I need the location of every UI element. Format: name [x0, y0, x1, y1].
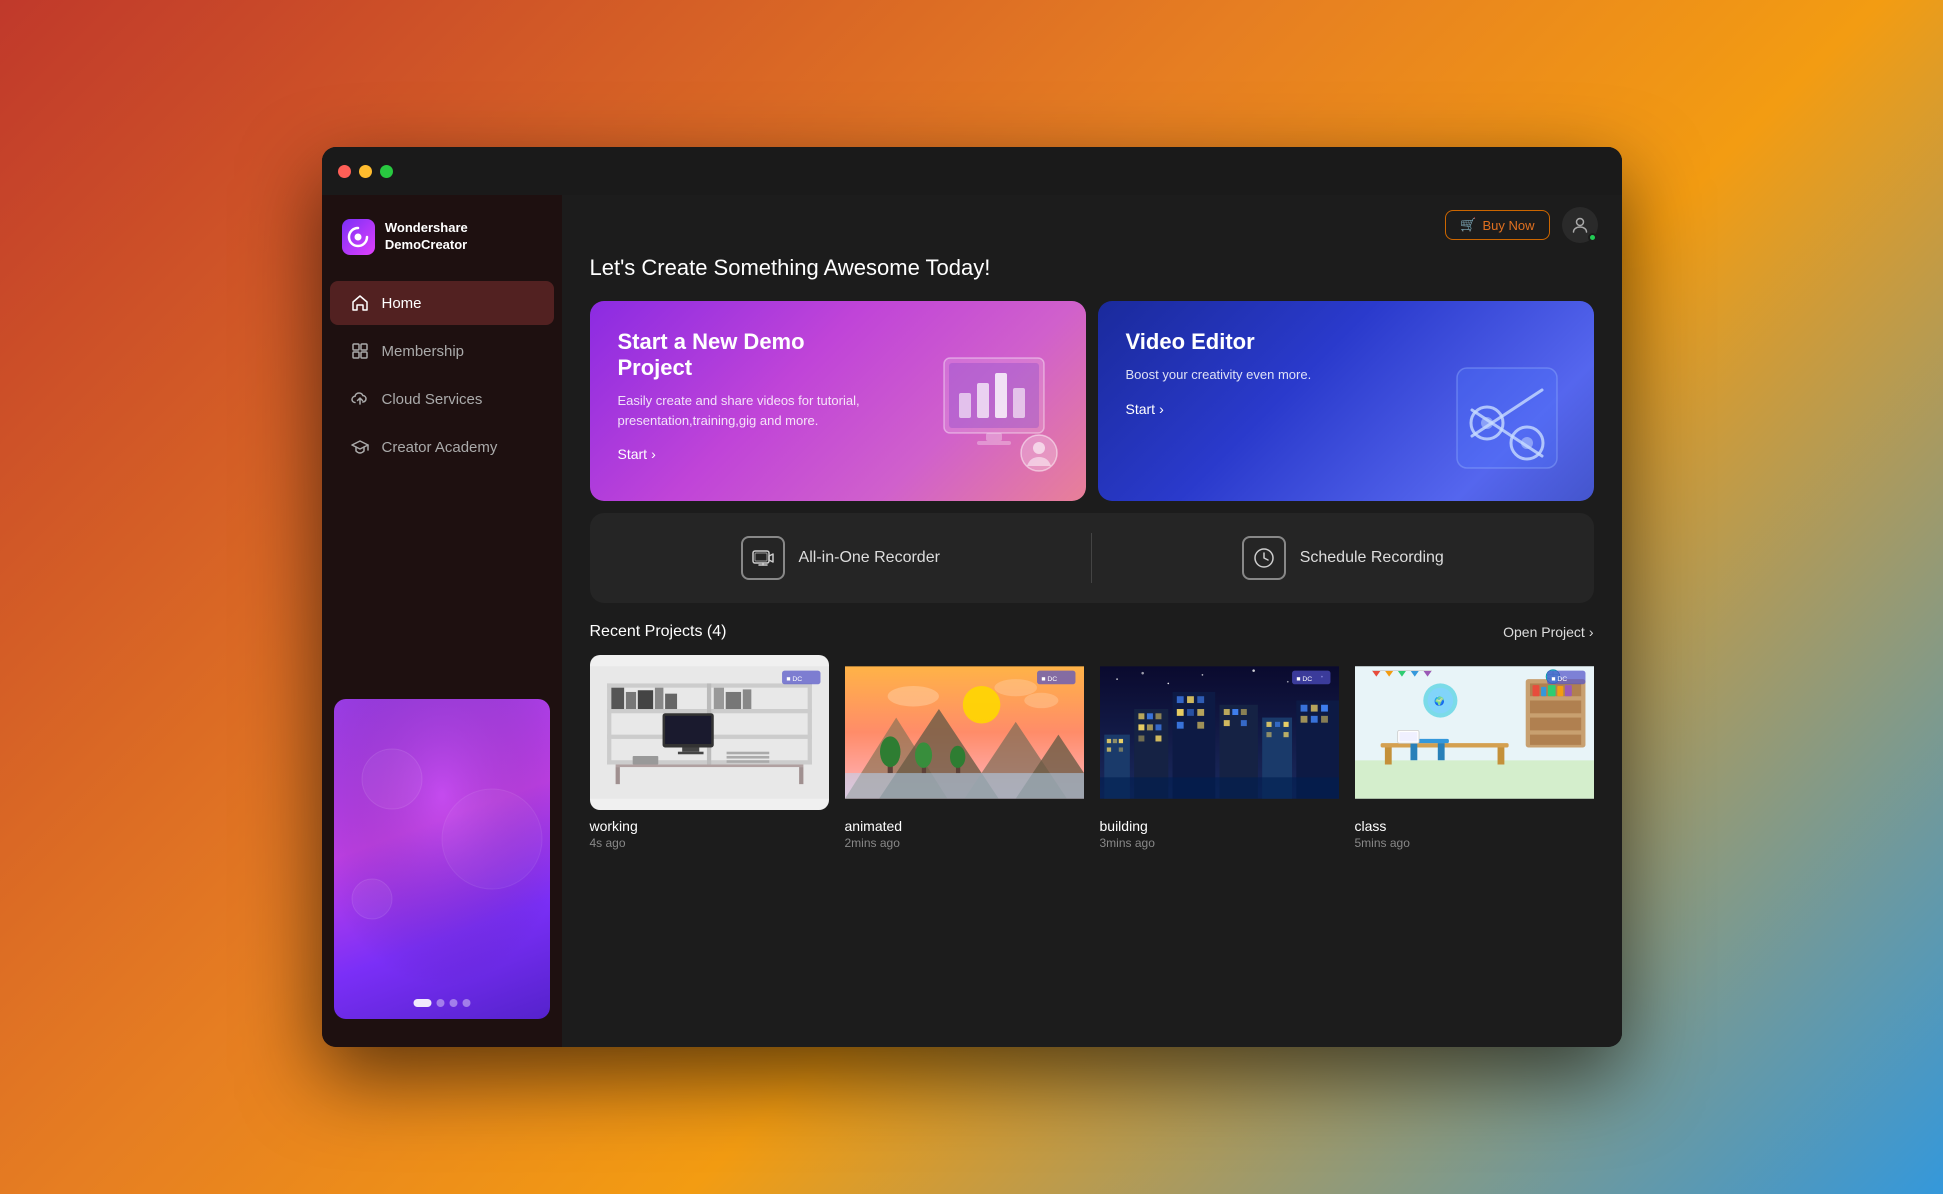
recent-projects-title: Recent Projects (4) [590, 623, 727, 641]
editor-illustration [1437, 348, 1582, 493]
svg-text:■ DC: ■ DC [1551, 676, 1567, 683]
project-time-animated: 2mins ago [845, 836, 1084, 850]
project-thumb-animated: ■ DC [845, 655, 1084, 810]
brand-icon [342, 219, 375, 255]
cloud-icon [350, 389, 370, 409]
schedule-label: Schedule Recording [1300, 549, 1444, 567]
recorder-row: All-in-One Recorder Schedule Recording [590, 513, 1594, 603]
project-thumb-class: 🌍 ■ DC [1355, 655, 1594, 810]
user-icon [1571, 216, 1589, 234]
demo-card-title: Start a New Demo Project [618, 329, 882, 381]
online-indicator [1588, 233, 1597, 242]
main-content: 🛒 Buy Now Let's Create Something Awesome… [562, 195, 1622, 1047]
topbar: 🛒 Buy Now [562, 195, 1622, 255]
banner-dot-3 [449, 999, 457, 1007]
brand: Wondershare DemoCreator [322, 211, 562, 279]
sidebar-item-cloud[interactable]: Cloud Services [330, 377, 554, 421]
content-area: Let's Create Something Awesome Today! St… [562, 255, 1622, 1047]
project-card-class[interactable]: 🌍 ■ DC [1355, 655, 1594, 850]
all-in-one-recorder-button[interactable]: All-in-One Recorder [590, 513, 1092, 603]
home-icon [350, 293, 370, 313]
recent-projects-header: Recent Projects (4) Open Project › [590, 623, 1594, 641]
maximize-button[interactable] [380, 165, 393, 178]
sidebar: Wondershare DemoCreator Home [322, 195, 562, 1047]
project-thumb-working: ■ DC [590, 655, 829, 810]
svg-text:■ DC: ■ DC [1041, 676, 1057, 683]
editor-card-title: Video Editor [1126, 329, 1390, 355]
svg-text:🌍: 🌍 [1434, 696, 1445, 706]
schedule-icon [1242, 536, 1286, 580]
banner-dots [413, 999, 470, 1007]
project-thumb-building: ■ DC [1100, 655, 1339, 810]
close-button[interactable] [338, 165, 351, 178]
demo-project-card[interactable]: Start a New Demo Project Easily create a… [590, 301, 1086, 501]
project-card-working[interactable]: ■ DC working 4s ago [590, 655, 829, 850]
project-card-animated[interactable]: ■ DC animated 2mins ago [845, 655, 1084, 850]
buy-now-button[interactable]: 🛒 Buy Now [1445, 210, 1549, 240]
all-in-one-label: All-in-One Recorder [799, 549, 940, 567]
project-time-class: 5mins ago [1355, 836, 1594, 850]
video-editor-card[interactable]: Video Editor Boost your creativity even … [1098, 301, 1594, 501]
app-body: Wondershare DemoCreator Home [322, 195, 1622, 1047]
brand-name: Wondershare DemoCreator [385, 220, 542, 254]
nav-cloud-label: Cloud Services [382, 391, 483, 408]
banner-dot-1 [413, 999, 431, 1007]
projects-grid: ■ DC working 4s ago [590, 655, 1594, 850]
sidebar-item-academy[interactable]: Creator Academy [330, 425, 554, 469]
project-name-class: class [1355, 818, 1594, 834]
buy-now-label: Buy Now [1482, 218, 1534, 233]
cart-icon: 🛒 [1460, 217, 1476, 233]
demo-illustration [929, 348, 1074, 493]
svg-text:■ DC: ■ DC [1296, 676, 1312, 683]
greeting-text: Let's Create Something Awesome Today! [590, 255, 1594, 281]
membership-icon [350, 341, 370, 361]
open-project-button[interactable]: Open Project › [1503, 624, 1593, 640]
nav-academy-label: Creator Academy [382, 439, 498, 456]
project-time-building: 3mins ago [1100, 836, 1339, 850]
project-card-building[interactable]: ■ DC building 3mins ago [1100, 655, 1339, 850]
project-name-animated: animated [845, 818, 1084, 834]
demo-card-desc: Easily create and share videos for tutor… [618, 391, 873, 430]
nav-membership-label: Membership [382, 343, 465, 360]
sidebar-item-home[interactable]: Home [330, 281, 554, 325]
project-time-working: 4s ago [590, 836, 829, 850]
schedule-recording-button[interactable]: Schedule Recording [1092, 513, 1594, 603]
app-window: Wondershare DemoCreator Home [322, 147, 1622, 1047]
sidebar-banner [334, 699, 550, 1019]
svg-text:■ DC: ■ DC [786, 676, 802, 683]
minimize-button[interactable] [359, 165, 372, 178]
titlebar [322, 147, 1622, 195]
banner-dot-2 [436, 999, 444, 1007]
sidebar-item-membership[interactable]: Membership [330, 329, 554, 373]
recorder-icon [741, 536, 785, 580]
editor-card-desc: Boost your creativity even more. [1126, 365, 1381, 385]
project-name-working: working [590, 818, 829, 834]
hero-cards-row: Start a New Demo Project Easily create a… [590, 301, 1594, 501]
traffic-lights [338, 165, 393, 178]
banner-dot-4 [462, 999, 470, 1007]
nav-home-label: Home [382, 295, 422, 312]
academy-icon [350, 437, 370, 457]
user-account-button[interactable] [1562, 207, 1598, 243]
project-name-building: building [1100, 818, 1339, 834]
